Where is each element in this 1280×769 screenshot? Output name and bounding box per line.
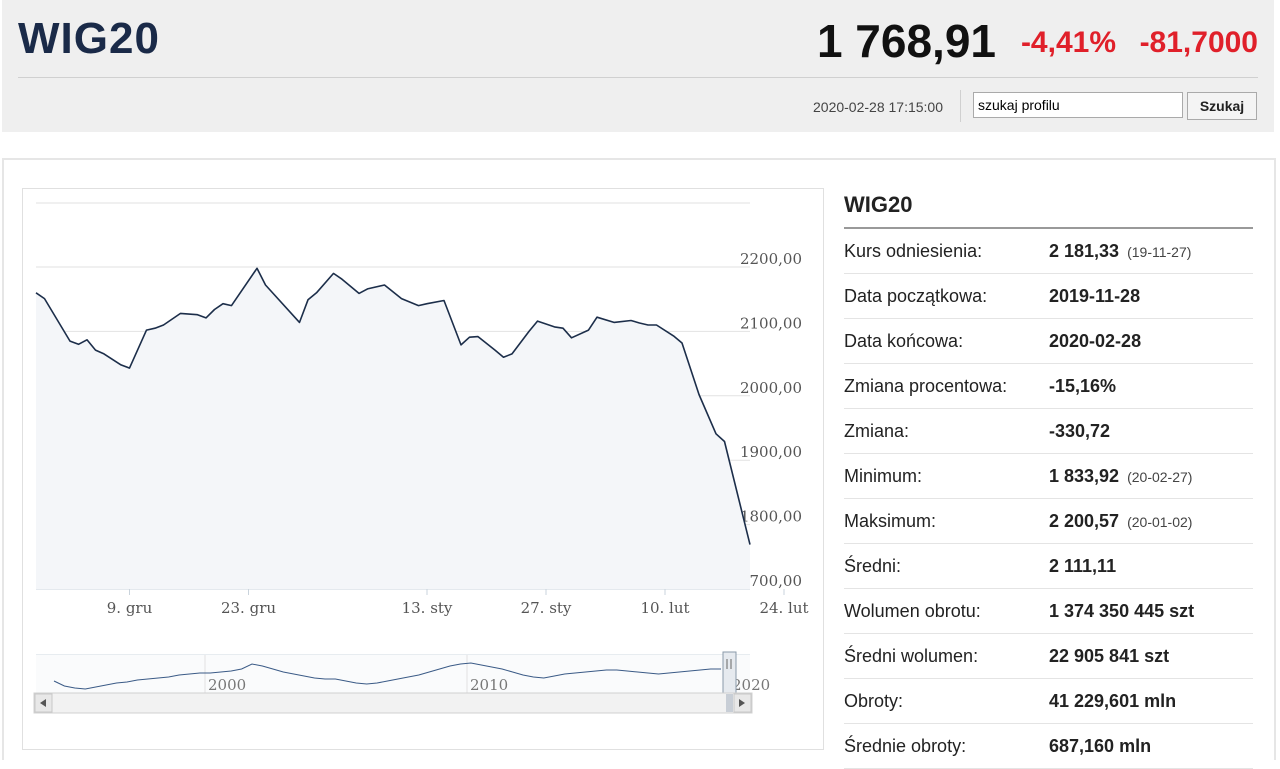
- stats-label: Minimum:: [844, 453, 1049, 499]
- stats-row: Średni: 2 111,11: [844, 543, 1253, 589]
- stats-label: Kurs odniesienia:: [844, 229, 1049, 274]
- stats-value-cell: 1 374 350 445 szt: [1049, 588, 1253, 634]
- change-absolute: -81,7000: [1139, 26, 1258, 59]
- y-tick-label: 1800,00: [740, 508, 802, 526]
- price-chart[interactable]: 1700,001800,001900,002000,002100,002200,…: [23, 189, 823, 749]
- index-title: WIG20: [18, 14, 160, 63]
- y-tick-label: 2200,00: [740, 250, 802, 268]
- last-price: 1 768,91: [816, 15, 996, 67]
- stats-row: Wolumen obrotu: 1 374 350 445 szt: [844, 588, 1253, 634]
- change-percent: -4,41%: [1020, 26, 1116, 59]
- stats-value: 687,160 mln: [1049, 735, 1152, 756]
- stats-value: 2020-02-28: [1049, 330, 1142, 351]
- stats-value: 1 833,92: [1049, 465, 1120, 486]
- navigator-year-label: 2020: [732, 676, 770, 694]
- stats-value: -15,16%: [1049, 375, 1117, 396]
- stats-label: Zmiana:: [844, 408, 1049, 454]
- stats-row: Maksimum: 2 200,57 (20-01-02): [844, 498, 1253, 544]
- stats-value-cell: -330,72: [1049, 408, 1253, 454]
- stats-label: Średnie obroty:: [844, 723, 1049, 769]
- stats-label: Zmiana procentowa:: [844, 363, 1049, 409]
- stats-value: 1 374 350 445 szt: [1049, 600, 1195, 621]
- stats-row: Obroty: 41 229,601 mln: [844, 678, 1253, 724]
- x-tick-label: 23. gru: [221, 599, 276, 617]
- stats-value: 2 200,57: [1049, 510, 1120, 531]
- y-tick-label: 1900,00: [740, 443, 802, 461]
- stats-value-cell: -15,16%: [1049, 363, 1253, 409]
- navigator-year-label: 2010: [470, 676, 508, 694]
- stats-value-cell: 2020-02-28: [1049, 318, 1253, 364]
- stats-row: Kurs odniesienia: 2 181,33 (19-11-27): [844, 229, 1253, 274]
- header-divider: [18, 77, 1258, 78]
- navigator-year-label: 2000: [208, 676, 246, 694]
- stats-value: 2019-11-28: [1049, 285, 1141, 306]
- x-tick-label: 13. sty: [402, 599, 453, 617]
- navigator-handle: [722, 651, 737, 696]
- stats-value-cell: 1 833,92 (20-02-27): [1049, 453, 1253, 499]
- quote-timestamp: 2020-02-28 17:15:00: [813, 99, 943, 115]
- chart-container: 1700,00 1800,00 1900,00 2000,00 2100,00 2200,…: [22, 188, 824, 750]
- stats-value-cell: 2 200,57 (20-01-02): [1049, 498, 1253, 544]
- stats-title: WIG20: [844, 192, 913, 217]
- x-tick-label: 27. sty: [521, 599, 572, 617]
- stats-value: 2 111,11: [1049, 555, 1117, 576]
- profile-search-input[interactable]: [973, 92, 1183, 118]
- stats-row: Data końcowa: 2020-02-28: [844, 318, 1253, 364]
- stats-row: Data początkowa: 2019-11-28: [844, 273, 1253, 319]
- stats-label: Średni:: [844, 543, 1049, 589]
- search-button[interactable]: Szukaj: [1187, 92, 1257, 120]
- stats-value-cell: 687,160 mln: [1049, 723, 1253, 769]
- x-tick-label: 10. lut: [640, 599, 689, 617]
- scrollbar-thumb: [726, 694, 733, 712]
- search-divider: [960, 90, 961, 122]
- stats-value: 2 181,33: [1049, 240, 1120, 261]
- y-tick-label: 2100,00: [740, 314, 802, 332]
- stats-value: 22 905 841 szt: [1049, 645, 1170, 666]
- stats-label: Obroty:: [844, 678, 1049, 724]
- x-tick-label: 9. gru: [107, 599, 153, 617]
- stats-date-note: (19-11-27): [1127, 243, 1192, 260]
- stats-value-cell: 2 181,33 (19-11-27): [1049, 229, 1253, 274]
- stats-table: Kurs odniesienia: 2 181,33 (19-11-27) Data …: [844, 229, 1253, 769]
- navigator-background: [36, 655, 750, 693]
- stats-row: Średni wolumen: 22 905 841 szt: [844, 633, 1253, 679]
- stats-date-note: (20-02-27): [1127, 468, 1193, 485]
- stats-label: Średni wolumen:: [844, 633, 1049, 679]
- stats-value-cell: 22 905 841 szt: [1049, 633, 1253, 679]
- stats-row: Minimum: 1 833,92 (20-02-27): [844, 453, 1253, 499]
- stats-date-note: (20-01-02): [1127, 513, 1193, 530]
- stats-value-cell: 41 229,601 mln: [1049, 678, 1253, 724]
- stats-label: Maksimum:: [844, 498, 1049, 544]
- x-tick-label: 24. lut: [759, 599, 808, 617]
- stats-value: 41 229,601 mln: [1049, 690, 1177, 711]
- stats-value: -330,72: [1049, 420, 1111, 441]
- area-fill: [36, 268, 750, 589]
- stats-value-cell: 2 111,11: [1049, 543, 1253, 589]
- stats-label: Data początkowa:: [844, 273, 1049, 319]
- stats-row: Średnie obroty: 687,160 mln: [844, 723, 1253, 769]
- scrollbar-track: [33, 692, 753, 714]
- stats-value-cell: 2019-11-28: [1049, 273, 1253, 319]
- stats-row: Zmiana: -330,72: [844, 408, 1253, 454]
- stats-label: Data końcowa:: [844, 318, 1049, 364]
- stats-row: Zmiana procentowa: -15,16%: [844, 363, 1253, 409]
- stats-label: Wolumen obrotu:: [844, 588, 1049, 634]
- y-tick-label: 2000,00: [740, 379, 802, 397]
